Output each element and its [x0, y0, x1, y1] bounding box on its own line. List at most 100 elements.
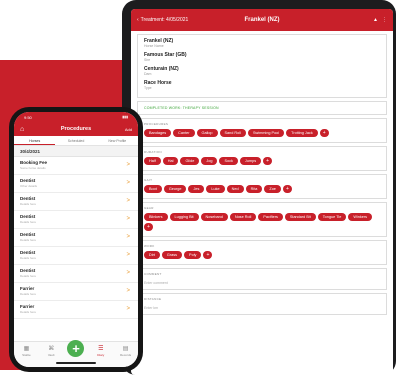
plus-icon[interactable]: +: [67, 340, 85, 357]
tab-horses[interactable]: Horses: [14, 136, 56, 145]
field-label: COMMENT: [144, 272, 162, 276]
chip[interactable]: Luke: [206, 185, 225, 193]
share-icon[interactable]: ▲: [373, 17, 378, 23]
chevron-left-icon: ‹: [137, 17, 139, 23]
chip[interactable]: Canter: [173, 129, 195, 137]
chip[interactable]: Tongue Tie: [317, 213, 347, 221]
phone-status-bar: 9:50 ▮▮▮: [14, 112, 138, 122]
add-chip-button[interactable]: +: [203, 251, 213, 259]
chip[interactable]: Trotting Jack: [286, 129, 318, 137]
list-item[interactable]: Dentist Details here >: [14, 265, 138, 283]
chip[interactable]: Hal: [162, 157, 179, 165]
add-chip-button[interactable]: +: [319, 129, 329, 137]
chip[interactable]: Standard Bit: [284, 213, 316, 221]
list-item[interactable]: Dentist Other details >: [14, 175, 138, 193]
add-chip-button[interactable]: +: [144, 223, 153, 231]
status-message: COMPLETED WORK: THERAPY SESSION: [137, 101, 387, 115]
chip[interactable]: Glide: [180, 157, 200, 165]
list-item[interactable]: Booking Fee Some horse details >: [14, 157, 138, 175]
more-icon[interactable]: ⋮: [382, 17, 387, 23]
list-item[interactable]: Dentist Details here >: [14, 211, 138, 229]
work-section: WORK Dirt Grass Poly +: [137, 240, 387, 265]
chip[interactable]: Poly: [184, 251, 202, 259]
phone-device: 9:50 ▮▮▮ ⌂ Procedures Add Horses Schedul…: [9, 107, 143, 372]
section-label: GAIT: [144, 178, 153, 182]
tabbar-vault[interactable]: ⌘ Vault: [39, 345, 64, 357]
chevron-right-icon: >: [126, 180, 130, 186]
tabbar-diary[interactable]: ☰ Diary: [88, 345, 113, 357]
chip[interactable]: Bandages: [144, 129, 172, 137]
list-item[interactable]: Dentist Details here >: [14, 247, 138, 265]
chip[interactable]: Winkers: [348, 213, 373, 221]
back-button[interactable]: ‹ Treatment: 4/05/2021: [137, 17, 188, 23]
section-label: DURATION: [144, 150, 162, 154]
chip[interactable]: Pacifiers: [258, 213, 283, 221]
chip[interactable]: Blinkers: [144, 213, 168, 221]
horse-info-item: Frankel (NZ) Horse Name: [144, 38, 380, 49]
horse-info-label: Horse Name: [144, 44, 164, 48]
chip[interactable]: Rita: [245, 185, 263, 193]
chip[interactable]: Boot: [144, 185, 162, 193]
section-label: GEAR: [144, 206, 154, 210]
chip[interactable]: Noseband: [200, 213, 228, 221]
horse-info-item: Centurain (NZ) Dam: [144, 66, 380, 77]
list-item[interactable]: Dentist Details here >: [14, 229, 138, 247]
chip[interactable]: Sock: [219, 157, 238, 165]
tabbar-label: Diary: [97, 353, 105, 357]
duration-section: DURATION Half Hal Glide Jog Sock Jumps +: [137, 146, 387, 171]
list-item[interactable]: Farrier Details here >: [14, 301, 138, 319]
procedures-section: PROCEDURES Bandages Canter Gallop Sand R…: [137, 118, 387, 143]
phone-tabs: Horses Scheduled New Profile: [14, 136, 138, 146]
horse-info-label: Dam: [144, 72, 152, 76]
horse-info-box: Frankel (NZ) Horse Name Famous Star (GB)…: [137, 34, 387, 98]
home-indicator: [56, 362, 96, 364]
phone-nav-bar: ⌂ Procedures Add: [14, 122, 138, 136]
tabbar-records[interactable]: ▤ Records: [113, 345, 138, 357]
chip[interactable]: Jog: [201, 157, 218, 165]
add-button[interactable]: Add: [125, 127, 132, 132]
field-placeholder: Enter km: [144, 306, 159, 310]
chevron-right-icon: >: [126, 162, 130, 168]
chip[interactable]: Dirt: [144, 251, 160, 259]
list-item[interactable]: Farrier Details here >: [14, 283, 138, 301]
chevron-right-icon: >: [126, 234, 130, 240]
horse-info-label: Type: [144, 86, 152, 90]
chip[interactable]: Gallop: [196, 129, 218, 137]
stable-icon: ▦: [23, 346, 30, 352]
field-placeholder: Enter comment: [144, 281, 168, 285]
chip[interactable]: Sand Roll: [219, 129, 246, 137]
tabbar-stable[interactable]: ▦ Stable: [14, 345, 39, 357]
list-item-subtitle: Details here: [20, 310, 37, 314]
tablet-screen: ‹ Treatment: 4/05/2021 Frankel (NZ) ▲ ⋮ …: [131, 9, 393, 375]
distance-field[interactable]: DISTANCE Enter km: [137, 293, 387, 315]
list-item-subtitle: Details here: [20, 256, 37, 260]
chip[interactable]: Lugging Bit: [169, 213, 199, 221]
tabbar-label: Stable: [22, 353, 31, 357]
add-chip-button[interactable]: +: [282, 185, 292, 193]
tab-scheduled[interactable]: Scheduled: [55, 136, 96, 145]
chevron-right-icon: >: [126, 270, 130, 276]
chip[interactable]: Nose Roll: [229, 213, 257, 221]
list-item-subtitle: Details here: [20, 220, 37, 224]
chevron-right-icon: >: [126, 252, 130, 258]
tab-new-profile[interactable]: New Profile: [97, 136, 138, 145]
chip[interactable]: George: [163, 185, 187, 193]
phone-screen: 9:50 ▮▮▮ ⌂ Procedures Add Horses Schedul…: [14, 112, 138, 367]
status-time: 9:50: [24, 114, 32, 120]
add-chip-button[interactable]: +: [263, 157, 273, 165]
home-icon[interactable]: ⌂: [20, 126, 24, 133]
comment-field[interactable]: COMMENT Enter comment: [137, 268, 387, 290]
list-item[interactable]: Dentist Details here >: [14, 193, 138, 211]
horse-info-item: Race Horse Type: [144, 80, 380, 91]
chip[interactable]: Swimming Pool: [247, 129, 285, 137]
chip[interactable]: Jumps: [239, 157, 262, 165]
chip[interactable]: Half: [144, 157, 161, 165]
tabbar-add[interactable]: +: [64, 340, 89, 357]
back-label: Treatment: 4/05/2021: [140, 17, 189, 23]
list-item-subtitle: Some horse details: [20, 166, 46, 170]
list-item-subtitle: Details here: [20, 292, 37, 296]
chip[interactable]: Grass: [161, 251, 183, 259]
chip[interactable]: Jes: [188, 185, 205, 193]
chip[interactable]: Zoe: [264, 185, 281, 193]
chip[interactable]: Ned: [226, 185, 244, 193]
